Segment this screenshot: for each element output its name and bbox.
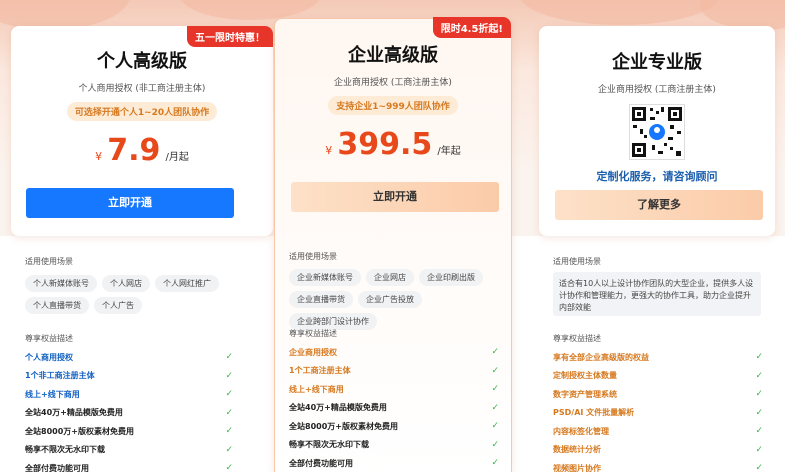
- check-icon: ✓: [491, 384, 499, 395]
- consult-text: 定制化服务，请咨询顾问: [596, 170, 718, 183]
- check-icon: ✓: [755, 463, 763, 472]
- check-icon: ✓: [225, 407, 233, 418]
- feature-row: 全部付费功能可用 ✓: [289, 458, 499, 469]
- feature-row: 个人商用授权 ✓: [25, 352, 233, 363]
- plan-subtitle: 企业商用授权 (工商注册主体): [598, 85, 716, 95]
- check-icon: ✓: [755, 444, 763, 455]
- scene-tag: 企业印刷出版: [419, 269, 483, 286]
- feature-row: 全站40万+精品模版免费用 ✓: [289, 402, 499, 413]
- check-icon: ✓: [225, 370, 233, 381]
- scene-tag: 企业广告投放: [358, 291, 422, 308]
- qr-code-icon: [629, 104, 685, 160]
- plan-card-enterprise-advanced: 限时4.5折起! 企业高级版 企业商用授权 (工商注册主体) 支持企业1~999…: [274, 17, 512, 472]
- feature-row: 企业商用授权 ✓: [289, 347, 499, 358]
- scene-tag: 企业直播带货: [289, 291, 353, 308]
- features-label: 尊享权益描述: [25, 334, 73, 343]
- feature-row: 1个工商注册主体 ✓: [289, 365, 499, 376]
- open-now-button[interactable]: 立即开通: [26, 188, 234, 218]
- plan-subtitle: 个人商用授权 (非工商注册主体): [78, 84, 206, 94]
- feature-list: 企业商用授权 ✓ 1个工商注册主体 ✓ 线上+线下商用 ✓ 全站40万+精品模版免费用…: [289, 343, 499, 472]
- feature-row: 全站40万+精品模版免费用 ✓: [25, 407, 233, 418]
- scene-tag: 企业网店: [366, 269, 414, 286]
- feature-list: 享有全部企业高级版的权益 ✓ 定制授权主体数量 ✓ 数字资产管理系统 ✓ PSD/AI…: [553, 348, 763, 472]
- plan-title: 企业高级版: [348, 45, 438, 66]
- plan-subtitle: 企业商用授权 (工商注册主体): [334, 78, 452, 88]
- feature-row: 线上+线下商用 ✓: [289, 384, 499, 395]
- check-icon: ✓: [225, 352, 233, 363]
- check-icon: ✓: [491, 458, 499, 469]
- feature-row: 全站8000万+版权素材免费用 ✓: [289, 421, 499, 432]
- check-icon: ✓: [755, 389, 763, 400]
- scene-tag: 个人直播带货: [25, 297, 89, 314]
- check-icon: ✓: [755, 370, 763, 381]
- plan-card-enterprise-pro: 企业专业版 企业商用授权 (工商注册主体) 定制化服务，请咨询顾问 了解更多: [539, 26, 775, 236]
- price: ¥ 7.9 /月起: [95, 133, 189, 168]
- check-icon: ✓: [225, 389, 233, 400]
- team-pill: 可选择开通个人1~20人团队协作: [66, 102, 218, 121]
- feature-row: 畅享不限次无水印下载 ✓: [25, 444, 233, 455]
- scene-tag: 个人网红推广: [155, 275, 219, 292]
- check-icon: ✓: [755, 352, 763, 363]
- feature-row: 内容标签化管理 ✓: [553, 426, 763, 437]
- check-icon: ✓: [225, 426, 233, 437]
- check-icon: ✓: [755, 426, 763, 437]
- team-pill: 支持企业1~999人团队协作: [328, 96, 458, 115]
- check-icon: ✓: [755, 407, 763, 418]
- feature-row: PSD/AI 文件批量解析 ✓: [553, 407, 763, 418]
- price: ¥ 399.5 /年起: [325, 127, 461, 162]
- scene-tag: 个人广告: [94, 297, 142, 314]
- plan-title: 企业专业版: [612, 52, 702, 73]
- scene-tags: 个人新媒体账号 个人网店 个人网红推广 个人直播带货 个人广告: [25, 275, 255, 314]
- scene-tag: 企业新媒体账号: [289, 269, 361, 286]
- scenes-description: 适合有10人以上设计协作团队的大型企业，提供多人设计协作和管理能力，更强大的协作…: [553, 272, 761, 316]
- scenes-label: 适用使用场景: [25, 257, 73, 266]
- learn-more-button[interactable]: 了解更多: [555, 190, 763, 220]
- feature-row: 全部付费功能可用 ✓: [25, 463, 233, 472]
- feature-row: 畅享不限次无水印下载 ✓: [289, 439, 499, 450]
- promo-ribbon: 限时4.5折起!: [432, 17, 511, 38]
- feature-row: 视频图片协作 ✓: [553, 463, 763, 472]
- scene-tag: 个人网店: [102, 275, 150, 292]
- check-icon: ✓: [491, 365, 499, 376]
- scene-tags: 企业新媒体账号 企业网店 企业印刷出版 企业直播带货 企业广告投放 企业跨部门设…: [289, 269, 504, 330]
- scenes-label: 适用使用场景: [553, 257, 601, 266]
- features-label: 尊享权益描述: [553, 334, 601, 343]
- check-icon: ✓: [225, 444, 233, 455]
- scenes-label: 适用使用场景: [289, 252, 337, 261]
- features-label: 尊享权益描述: [289, 329, 337, 338]
- scene-tag: 个人新媒体账号: [25, 275, 97, 292]
- feature-row: 享有全部企业高级版的权益 ✓: [553, 352, 763, 363]
- feature-row: 定制授权主体数量 ✓: [553, 370, 763, 381]
- feature-row: 线上+线下商用 ✓: [25, 389, 233, 400]
- feature-row: 数字资产管理系统 ✓: [553, 389, 763, 400]
- plan-card-personal: 五一限时特惠！ 个人高级版 个人商用授权 (非工商注册主体) 可选择开通个人1~…: [11, 26, 273, 236]
- check-icon: ✓: [491, 402, 499, 413]
- promo-ribbon: 五一限时特惠！: [187, 26, 273, 47]
- plan-title: 个人高级版: [97, 51, 187, 72]
- check-icon: ✓: [225, 463, 233, 472]
- check-icon: ✓: [491, 439, 499, 450]
- check-icon: ✓: [491, 421, 499, 432]
- feature-list: 个人商用授权 ✓ 1个非工商注册主体 ✓ 线上+线下商用 ✓ 全站40万+精品模版免费…: [25, 348, 233, 472]
- feature-row: 数据统计分析 ✓: [553, 444, 763, 455]
- feature-row: 全站8000万+版权素材免费用 ✓: [25, 426, 233, 437]
- open-now-button[interactable]: 立即开通: [291, 182, 499, 212]
- check-icon: ✓: [491, 347, 499, 358]
- feature-row: 1个非工商注册主体 ✓: [25, 370, 233, 381]
